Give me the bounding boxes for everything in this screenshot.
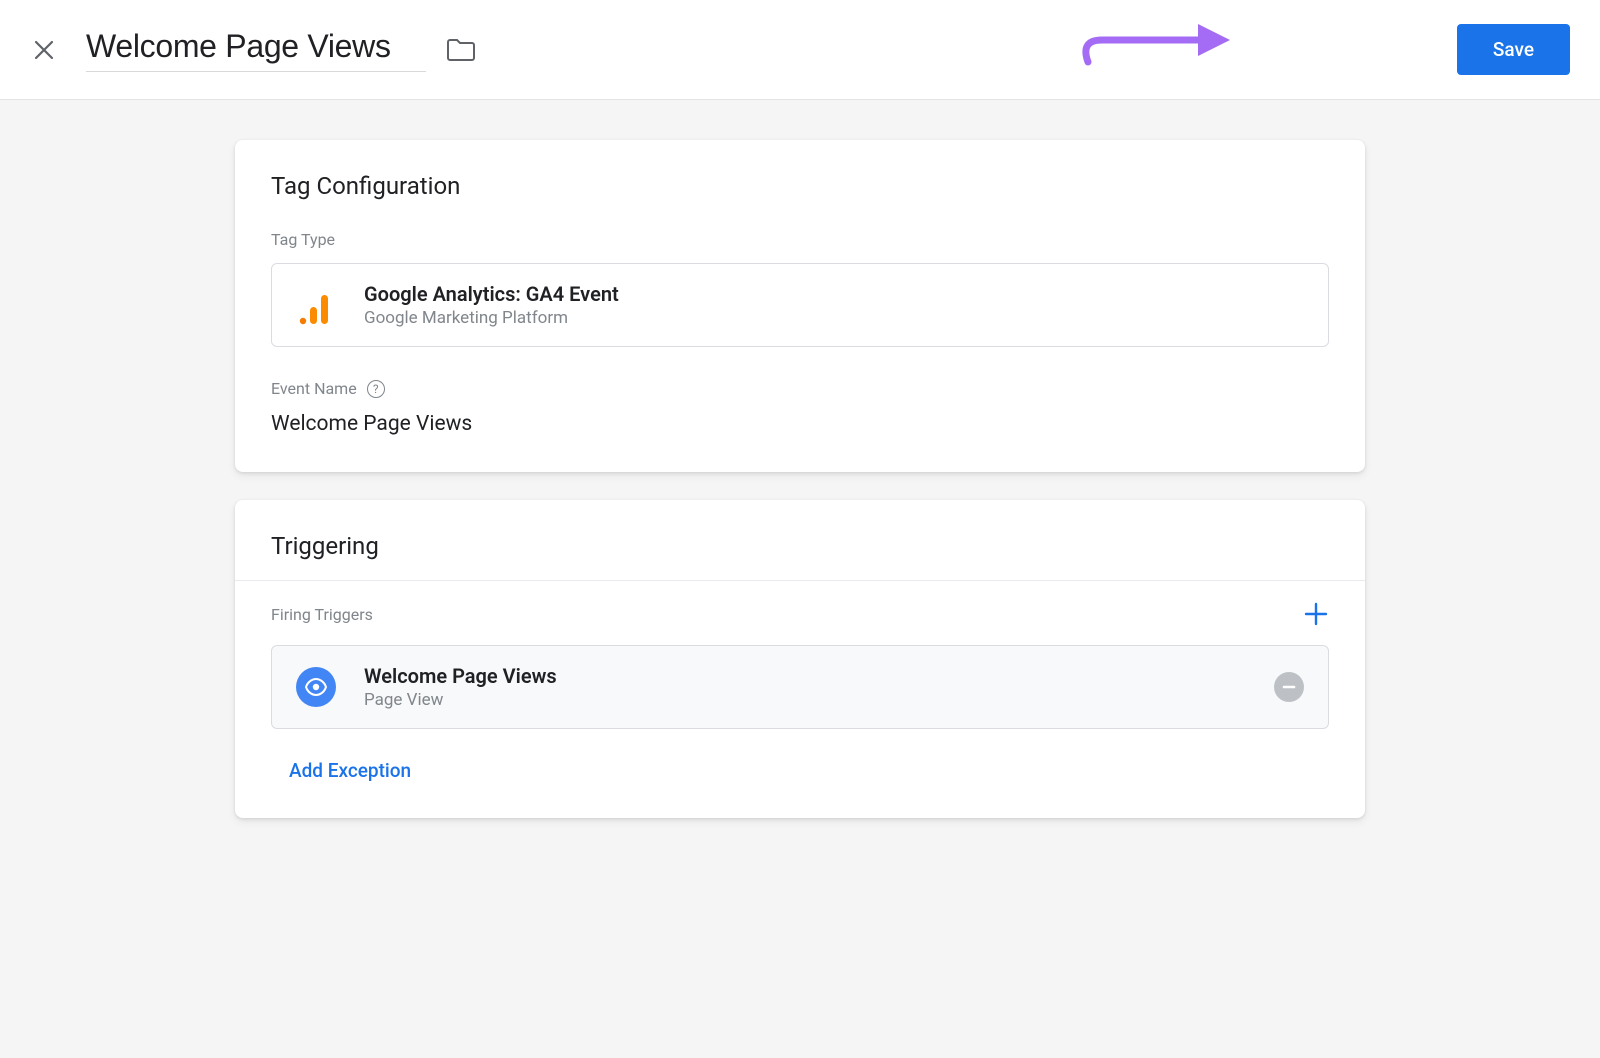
firing-triggers-header: Firing Triggers — [271, 601, 1329, 627]
tag-type-name: Google Analytics: GA4 Event — [364, 282, 619, 306]
close-icon — [32, 38, 56, 62]
folder-button[interactable] — [446, 37, 476, 63]
pageview-icon — [296, 667, 336, 707]
plus-icon — [1303, 601, 1329, 627]
body-area: Tag Configuration Tag Type Google Analyt… — [0, 100, 1600, 1058]
tag-config-title: Tag Configuration — [271, 172, 1329, 200]
save-button[interactable]: Save — [1457, 24, 1570, 75]
tag-type-label: Tag Type — [271, 230, 1329, 249]
trigger-name: Welcome Page Views — [364, 664, 557, 688]
add-exception-button[interactable]: Add Exception — [271, 759, 1329, 782]
tag-type-selector[interactable]: Google Analytics: GA4 Event Google Marke… — [271, 263, 1329, 347]
trigger-type: Page View — [364, 690, 557, 710]
trigger-row[interactable]: Welcome Page Views Page View — [271, 645, 1329, 729]
folder-icon — [446, 37, 476, 63]
divider — [235, 580, 1365, 581]
tag-configuration-card: Tag Configuration Tag Type Google Analyt… — [235, 140, 1365, 472]
tag-name-input[interactable] — [86, 28, 426, 72]
help-icon[interactable]: ? — [367, 380, 385, 398]
close-button[interactable] — [30, 36, 58, 64]
event-name-label-row: Event Name ? — [271, 379, 1329, 398]
event-name-value: Welcome Page Views — [271, 412, 1329, 436]
firing-triggers-label: Firing Triggers — [271, 605, 373, 624]
header-bar: Save — [0, 0, 1600, 100]
minus-icon — [1281, 679, 1297, 695]
trigger-text: Welcome Page Views Page View — [364, 664, 557, 710]
eye-icon — [304, 675, 328, 699]
triggering-card: Triggering Firing Triggers Welcome Page … — [235, 500, 1365, 818]
tag-type-platform: Google Marketing Platform — [364, 308, 619, 328]
event-name-label: Event Name — [271, 379, 357, 398]
remove-trigger-button[interactable] — [1274, 672, 1304, 702]
add-trigger-button[interactable] — [1303, 601, 1329, 627]
tag-type-text: Google Analytics: GA4 Event Google Marke… — [364, 282, 619, 328]
triggering-title: Triggering — [271, 532, 1329, 560]
ga4-icon — [296, 285, 336, 325]
